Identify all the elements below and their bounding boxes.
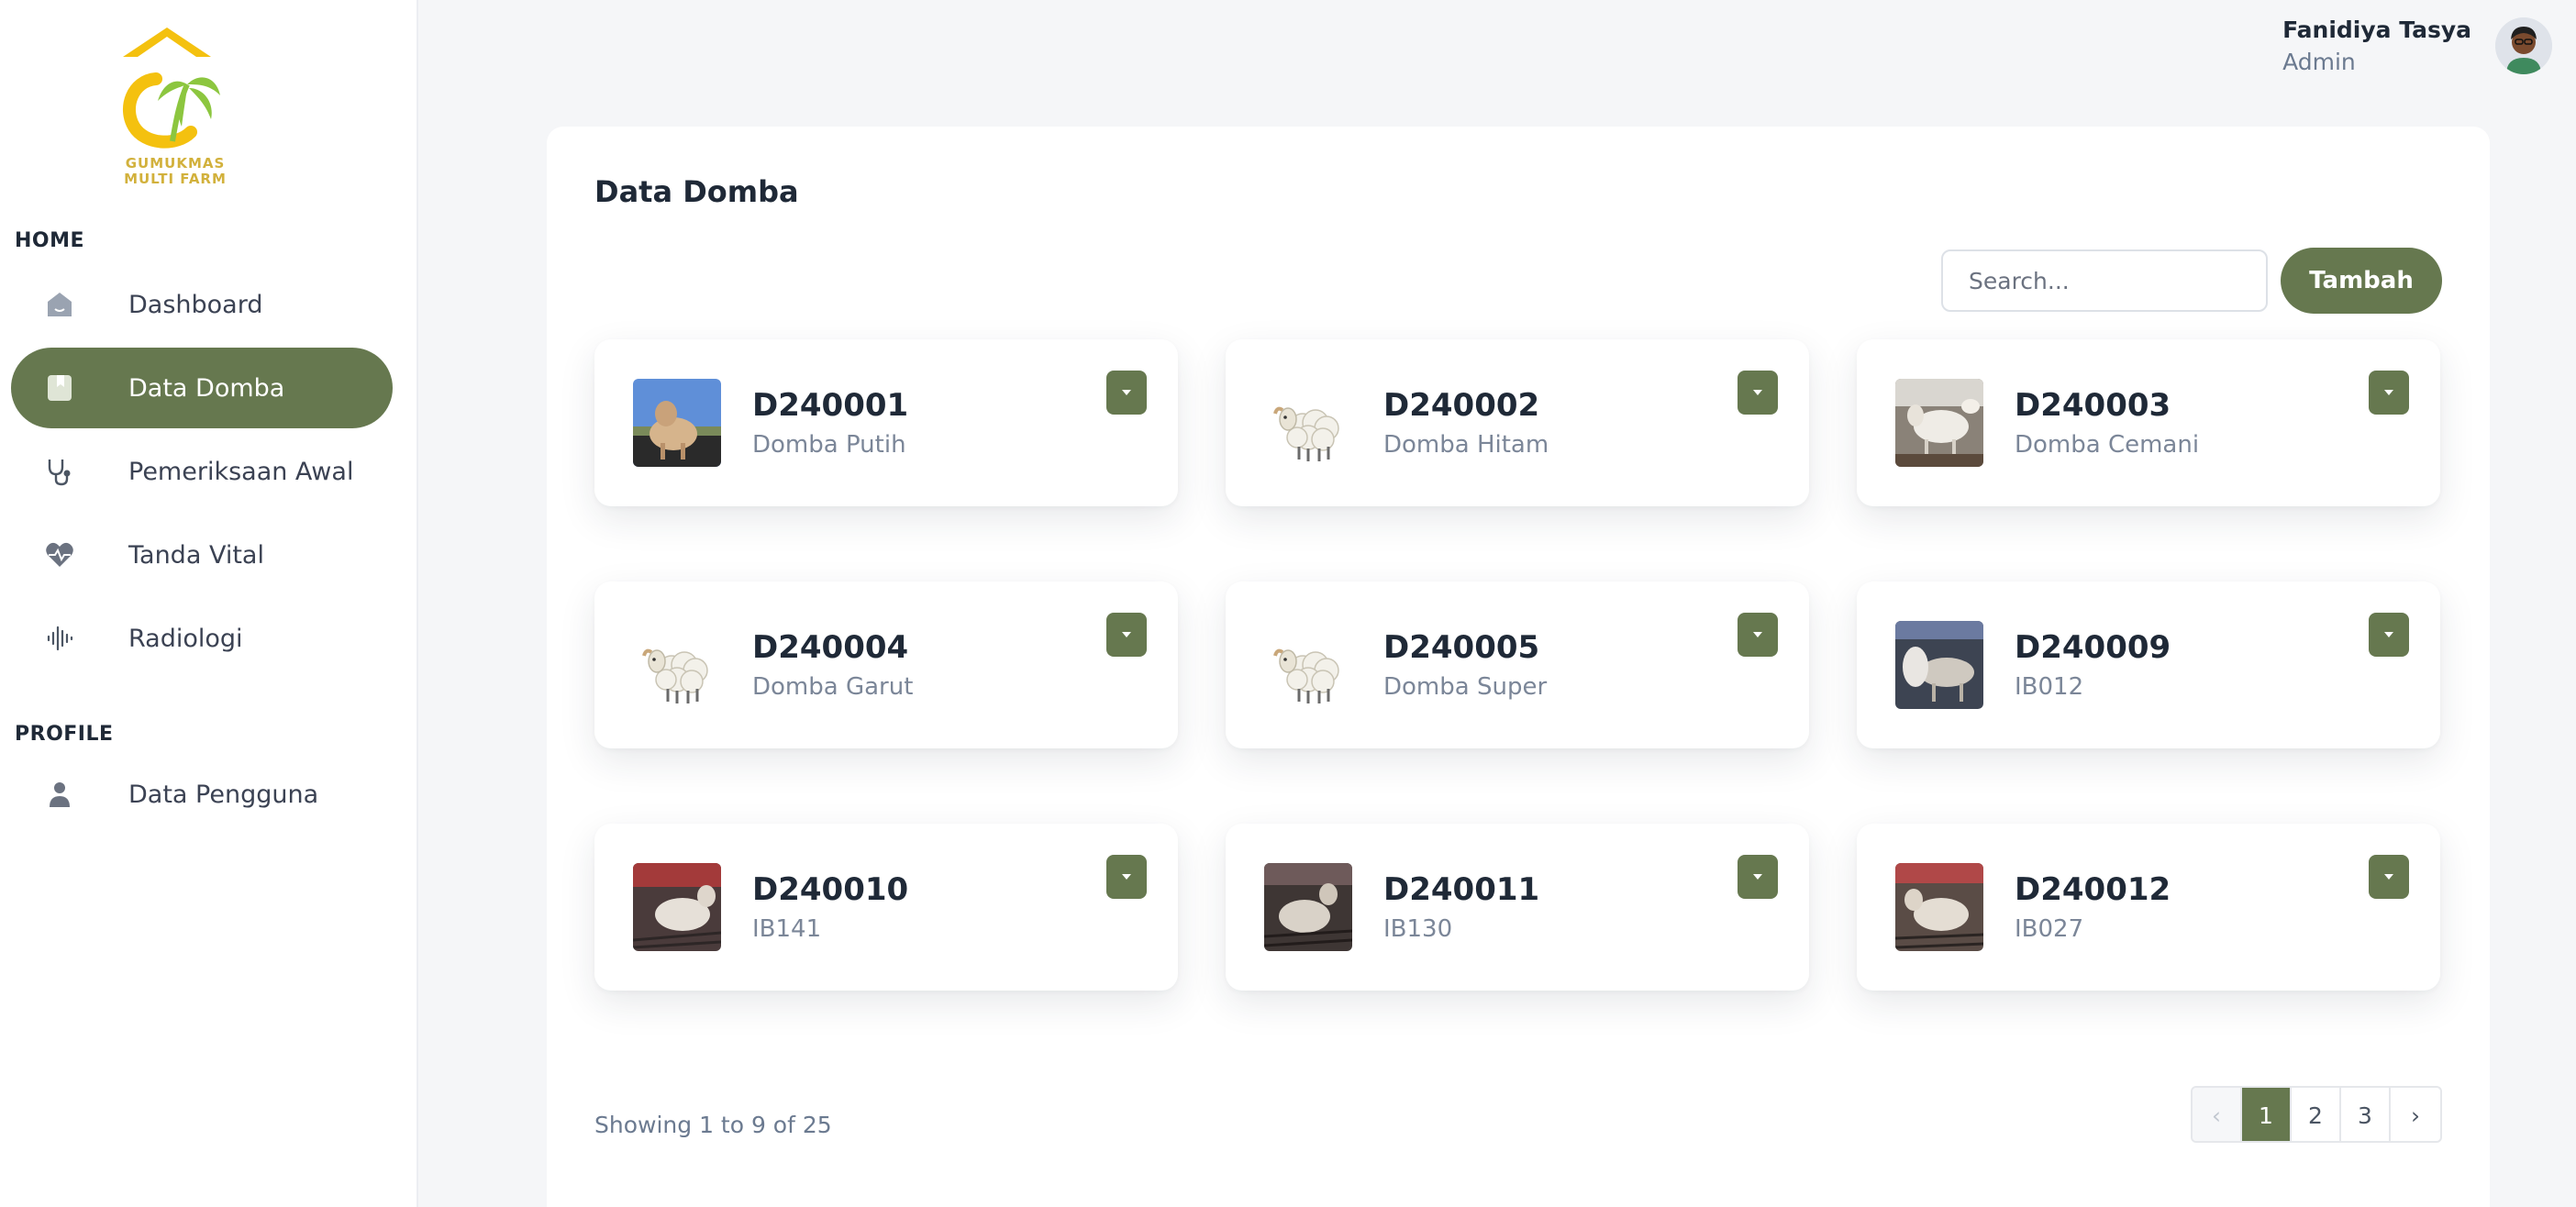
- card-menu-button[interactable]: [1738, 371, 1778, 415]
- sheep-card[interactable]: D240005 Domba Super: [1226, 581, 1809, 748]
- sheep-name: Domba Hitam: [1383, 431, 1549, 459]
- caret-down-icon: [2384, 874, 2393, 880]
- sheep-photo: [1895, 621, 1983, 709]
- caret-down-icon: [2384, 632, 2393, 637]
- sidebar: GUMUKMAS MULTI FARM HOME Dashboard Data …: [0, 0, 418, 1207]
- caret-down-icon: [1753, 874, 1762, 880]
- pagination-prev-button[interactable]: ‹: [2193, 1088, 2242, 1141]
- sheep-photo: [1895, 379, 1983, 467]
- sidebar-item-label: Dashboard: [128, 290, 263, 319]
- card-menu-button[interactable]: [2369, 613, 2409, 657]
- caret-down-icon: [1122, 632, 1131, 637]
- sheep-id: D240004: [752, 629, 909, 666]
- sheep-name: Domba Garut: [752, 673, 914, 701]
- card-menu-button[interactable]: [2369, 855, 2409, 899]
- sidebar-item-pemeriksaan-awal[interactable]: Pemeriksaan Awal: [11, 431, 393, 512]
- waveform-icon: [44, 620, 103, 657]
- user-menu[interactable]: Fanidiya Tasya Admin: [2282, 17, 2552, 75]
- card-menu-button[interactable]: [1106, 613, 1147, 657]
- stethoscope-icon: [44, 453, 103, 490]
- heart-pulse-icon: [44, 537, 103, 573]
- sheep-card[interactable]: D240012 IB027: [1857, 824, 2440, 991]
- pagination-page-3[interactable]: 3: [2341, 1088, 2391, 1141]
- sheep-card[interactable]: D240011 IB130: [1226, 824, 1809, 991]
- card-menu-button[interactable]: [1106, 855, 1147, 899]
- sidebar-item-dashboard[interactable]: Dashboard: [11, 264, 393, 345]
- sidebar-item-label: Radiologi: [128, 624, 243, 653]
- sheep-id: D240010: [752, 871, 909, 908]
- main-panel: Data Domba Tambah D240001 Domba Putih: [547, 127, 2490, 1207]
- sheep-name: IB130: [1383, 915, 1453, 943]
- sheep-id: D240001: [752, 387, 909, 424]
- sheep-emoji-icon: [633, 621, 721, 709]
- user-info: Fanidiya Tasya Admin: [2282, 17, 2471, 75]
- user-name: Fanidiya Tasya: [2282, 17, 2471, 43]
- pagination-next-button[interactable]: ›: [2391, 1088, 2440, 1141]
- sidebar-item-label: Tanda Vital: [128, 540, 264, 570]
- sidebar-item-label: Data Pengguna: [128, 780, 319, 809]
- card-menu-button[interactable]: [1738, 613, 1778, 657]
- page-title: Data Domba: [594, 174, 799, 209]
- user-role: Admin: [2282, 49, 2356, 75]
- sheep-photo: [633, 863, 721, 951]
- sheep-id: D240005: [1383, 629, 1540, 666]
- card-menu-button[interactable]: [2369, 371, 2409, 415]
- pagination-page-1[interactable]: 1: [2242, 1088, 2292, 1141]
- caret-down-icon: [1122, 874, 1131, 880]
- caret-down-icon: [1753, 390, 1762, 395]
- sheep-id: D240012: [2015, 871, 2171, 908]
- brand-logo[interactable]: GUMUKMAS MULTI FARM: [116, 24, 242, 187]
- sheep-card[interactable]: D240010 IB141: [594, 824, 1178, 991]
- sheep-card[interactable]: D240003 Domba Cemani: [1857, 339, 2440, 506]
- sidebar-item-tanda-vital[interactable]: Tanda Vital: [11, 515, 393, 595]
- caret-down-icon: [2384, 390, 2393, 395]
- sheep-emoji-icon: [1264, 379, 1352, 467]
- pagination-summary: Showing 1 to 9 of 25: [594, 1112, 832, 1138]
- pagination-page-2[interactable]: 2: [2292, 1088, 2341, 1141]
- home-icon: [44, 286, 103, 323]
- caret-down-icon: [1122, 390, 1131, 395]
- sheep-id: D240003: [2015, 387, 2171, 424]
- sheep-id: D240009: [2015, 629, 2171, 666]
- sheep-emoji-icon: [1264, 621, 1352, 709]
- sidebar-item-label: Pemeriksaan Awal: [128, 457, 354, 486]
- sidebar-item-label: Data Domba: [128, 373, 285, 403]
- sidebar-item-radiologi[interactable]: Radiologi: [11, 598, 393, 679]
- sheep-name: IB012: [2015, 673, 2084, 701]
- sheep-card[interactable]: D240001 Domba Putih: [594, 339, 1178, 506]
- sheep-name: Domba Super: [1383, 673, 1548, 701]
- sheep-id: D240011: [1383, 871, 1540, 908]
- sheep-card[interactable]: D240004 Domba Garut: [594, 581, 1178, 748]
- sheep-card[interactable]: D240009 IB012: [1857, 581, 2440, 748]
- sheep-photo: [633, 379, 721, 467]
- sheep-name: IB027: [2015, 915, 2084, 943]
- pagination: ‹ 1 2 3 ›: [2191, 1086, 2442, 1143]
- add-button[interactable]: Tambah: [2281, 248, 2442, 314]
- card-menu-button[interactable]: [1738, 855, 1778, 899]
- brand-logo-text: GUMUKMAS MULTI FARM: [124, 155, 227, 187]
- sheep-photo: [1264, 863, 1352, 951]
- sheep-name: Domba Cemani: [2015, 431, 2200, 459]
- sheep-id: D240002: [1383, 387, 1540, 424]
- caret-down-icon: [1753, 632, 1762, 637]
- search-input[interactable]: [1941, 249, 2268, 312]
- sidebar-item-data-pengguna[interactable]: Data Pengguna: [11, 754, 393, 835]
- section-label-profile: PROFILE: [15, 723, 114, 746]
- sheep-card[interactable]: D240002 Domba Hitam: [1226, 339, 1809, 506]
- bookmark-icon: [44, 370, 103, 406]
- sheep-photo: [1895, 863, 1983, 951]
- card-menu-button[interactable]: [1106, 371, 1147, 415]
- user-icon: [44, 776, 103, 813]
- sheep-name: IB141: [752, 915, 822, 943]
- sheep-card-grid: D240001 Domba Putih D240002 Domba Hitam …: [594, 339, 2440, 991]
- sidebar-item-data-domba[interactable]: Data Domba: [11, 348, 393, 428]
- avatar[interactable]: [2495, 17, 2552, 74]
- sheep-name: Domba Putih: [752, 431, 906, 459]
- section-label-home: HOME: [15, 229, 85, 252]
